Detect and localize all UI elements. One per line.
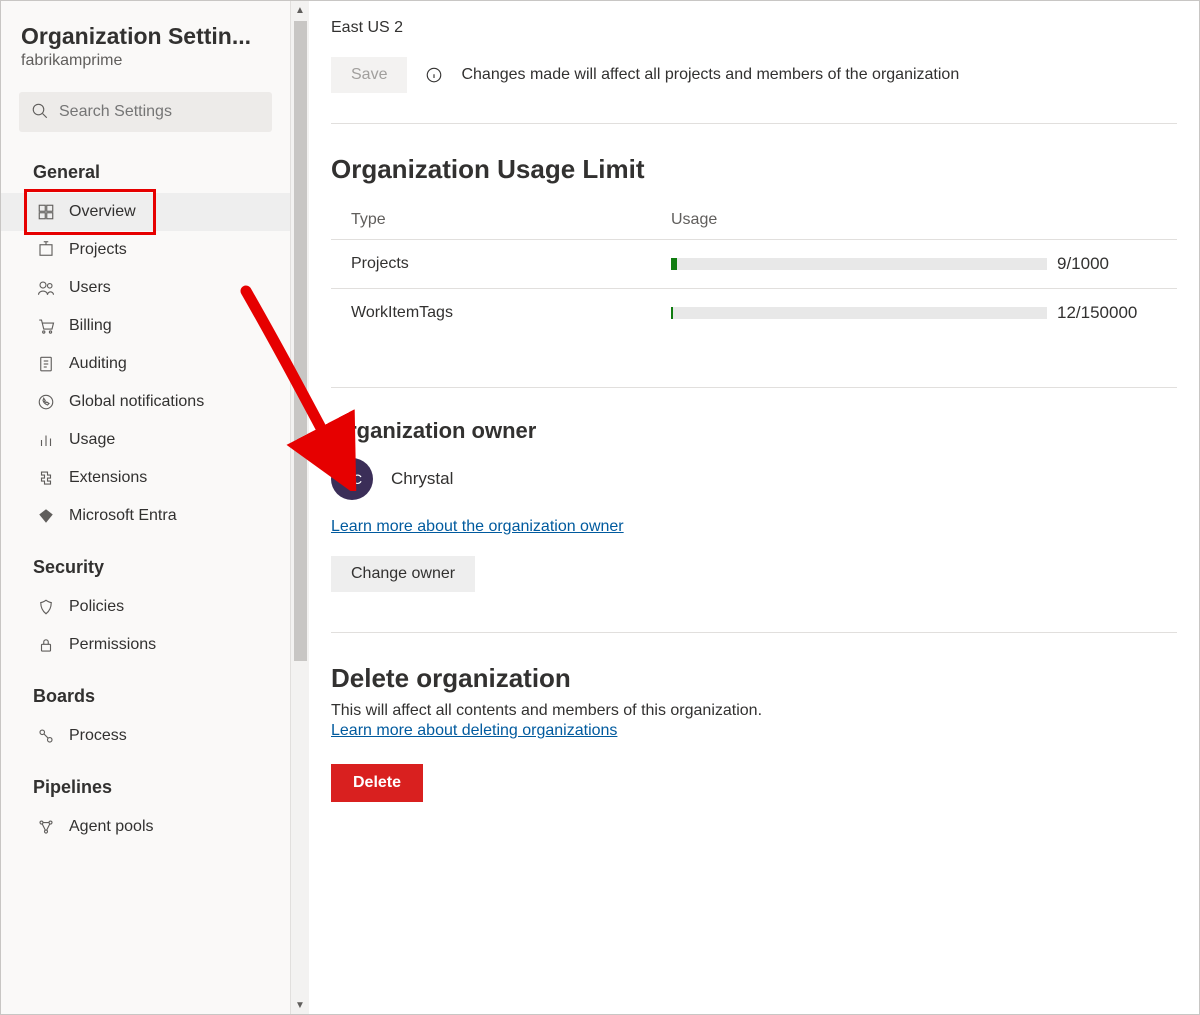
usage-row-projects: Projects 9/1000 bbox=[331, 240, 1177, 289]
usage-icon bbox=[37, 431, 55, 449]
sidebar-item-overview[interactable]: Overview bbox=[1, 193, 290, 231]
usage-section: Organization Usage Limit Type Usage Proj… bbox=[331, 154, 1177, 337]
agent-pools-icon bbox=[37, 818, 55, 836]
sidebar-item-label: Extensions bbox=[69, 469, 147, 487]
sidebar-item-users[interactable]: Users bbox=[1, 269, 290, 307]
sidebar-title: Organization Settin... bbox=[21, 23, 270, 50]
permissions-icon bbox=[37, 636, 55, 654]
save-hint-text: Changes made will affect all projects an… bbox=[461, 66, 959, 84]
delete-button[interactable]: Delete bbox=[331, 764, 423, 802]
usage-bar bbox=[671, 258, 1047, 270]
owner-avatar: CC bbox=[331, 458, 373, 500]
sidebar-item-policies[interactable]: Policies bbox=[1, 588, 290, 626]
process-icon bbox=[37, 727, 55, 745]
sidebar-item-label: Permissions bbox=[69, 636, 156, 654]
search-input[interactable] bbox=[59, 103, 260, 121]
usage-table: Type Usage Projects 9/1000 WorkItemTags … bbox=[331, 205, 1177, 337]
divider bbox=[331, 123, 1177, 124]
section-header-pipelines: Pipelines bbox=[1, 755, 290, 808]
sidebar-item-label: Process bbox=[69, 727, 127, 745]
sidebar-item-label: Auditing bbox=[69, 355, 127, 373]
sidebar-item-extensions[interactable]: Extensions bbox=[1, 459, 290, 497]
usage-row-workitemtags: WorkItemTags 12/150000 bbox=[331, 289, 1177, 337]
sidebar-item-process[interactable]: Process bbox=[1, 717, 290, 755]
usage-title: Organization Usage Limit bbox=[331, 154, 1177, 185]
sidebar-item-billing[interactable]: Billing bbox=[1, 307, 290, 345]
save-button[interactable]: Save bbox=[331, 57, 407, 93]
users-icon bbox=[37, 279, 55, 297]
sidebar-item-label: Microsoft Entra bbox=[69, 507, 177, 525]
owner-title: Organization owner bbox=[331, 418, 1177, 444]
section-header-security: Security bbox=[1, 535, 290, 588]
col-usage: Usage bbox=[671, 211, 1047, 229]
auditing-icon bbox=[37, 355, 55, 373]
usage-bar bbox=[671, 307, 1047, 319]
settings-sidebar: Organization Settin... fabrikamprime Gen… bbox=[1, 1, 291, 1014]
learn-more-owner-link[interactable]: Learn more about the organization owner bbox=[331, 518, 624, 535]
sidebar-header: Organization Settin... fabrikamprime bbox=[1, 23, 290, 82]
sidebar-org-name: fabrikamprime bbox=[21, 52, 270, 70]
policies-icon bbox=[37, 598, 55, 616]
usage-table-header: Type Usage bbox=[331, 205, 1177, 240]
usage-type: Projects bbox=[351, 255, 671, 273]
sidebar-item-label: Projects bbox=[69, 241, 127, 259]
sidebar-item-auditing[interactable]: Auditing bbox=[1, 345, 290, 383]
billing-icon bbox=[37, 317, 55, 335]
search-icon bbox=[31, 102, 49, 123]
delete-description: This will affect all contents and member… bbox=[331, 702, 1177, 720]
change-owner-button[interactable]: Change owner bbox=[331, 556, 475, 592]
info-icon bbox=[425, 66, 443, 84]
usage-value: 12/150000 bbox=[1047, 303, 1157, 323]
owner-section: Organization owner CC Chrystal Learn mor… bbox=[331, 418, 1177, 592]
projects-icon bbox=[37, 241, 55, 259]
sidebar-item-entra[interactable]: Microsoft Entra bbox=[1, 497, 290, 535]
usage-value: 9/1000 bbox=[1047, 254, 1157, 274]
sidebar-item-label: Policies bbox=[69, 598, 124, 616]
sidebar-item-label: Agent pools bbox=[69, 818, 154, 836]
sidebar-item-projects[interactable]: Projects bbox=[1, 231, 290, 269]
delete-title: Delete organization bbox=[331, 663, 1177, 694]
region-label: East US 2 bbox=[331, 19, 1177, 37]
search-settings-box[interactable] bbox=[19, 92, 272, 132]
sidebar-item-label: Billing bbox=[69, 317, 112, 335]
main-content: East US 2 Save Changes made will affect … bbox=[291, 1, 1199, 1014]
divider bbox=[331, 632, 1177, 633]
sidebar-item-permissions[interactable]: Permissions bbox=[1, 626, 290, 664]
sidebar-item-agent-pools[interactable]: Agent pools bbox=[1, 808, 290, 846]
delete-section: Delete organization This will affect all… bbox=[331, 663, 1177, 802]
sidebar-item-global-notifications[interactable]: Global notifications bbox=[1, 383, 290, 421]
sidebar-item-label: Users bbox=[69, 279, 111, 297]
notifications-icon bbox=[37, 393, 55, 411]
section-header-boards: Boards bbox=[1, 664, 290, 717]
col-type: Type bbox=[351, 211, 671, 229]
usage-type: WorkItemTags bbox=[351, 304, 671, 322]
sidebar-item-label: Usage bbox=[69, 431, 115, 449]
divider bbox=[331, 387, 1177, 388]
sidebar-item-label: Overview bbox=[69, 203, 136, 221]
overview-icon bbox=[37, 203, 55, 221]
sidebar-item-usage[interactable]: Usage bbox=[1, 421, 290, 459]
learn-more-delete-link[interactable]: Learn more about deleting organizations bbox=[331, 722, 617, 739]
owner-name: Chrystal bbox=[391, 469, 453, 489]
extensions-icon bbox=[37, 469, 55, 487]
section-header-general: General bbox=[1, 140, 290, 193]
entra-icon bbox=[37, 507, 55, 525]
sidebar-item-label: Global notifications bbox=[69, 393, 204, 411]
